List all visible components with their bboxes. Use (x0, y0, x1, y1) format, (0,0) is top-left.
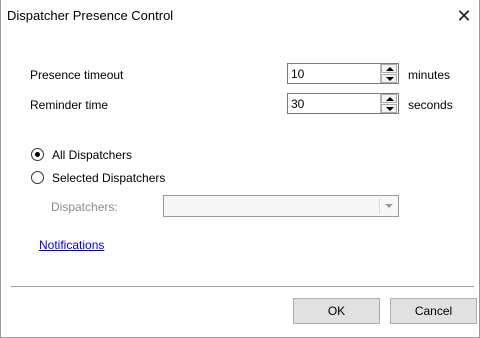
cancel-button[interactable]: Cancel (390, 298, 477, 324)
radio-selected-dot (35, 152, 40, 157)
notifications-link[interactable]: Notifications (39, 238, 104, 252)
radio-selected-dispatchers[interactable] (31, 171, 44, 184)
spin-up-button[interactable] (381, 64, 397, 73)
all-dispatchers-label[interactable]: All Dispatchers (52, 148, 132, 162)
window-title: Dispatcher Presence Control (7, 8, 174, 23)
reminder-time-spinner[interactable]: 30 (287, 93, 399, 114)
spinner-buttons (380, 64, 398, 83)
presence-timeout-label: Presence timeout (30, 68, 124, 82)
spin-down-button[interactable] (381, 104, 397, 113)
spinner-buttons (380, 94, 398, 113)
chevron-down-icon[interactable] (385, 204, 393, 208)
arrow-down-icon (386, 77, 394, 81)
selected-dispatchers-label[interactable]: Selected Dispatchers (52, 171, 165, 185)
reminder-time-value[interactable]: 30 (291, 97, 304, 111)
presence-timeout-spinner[interactable]: 10 (287, 63, 399, 84)
presence-timeout-value[interactable]: 10 (291, 67, 304, 81)
close-icon[interactable]: ✕ (449, 3, 479, 29)
arrow-up-icon (386, 97, 394, 101)
spin-down-button[interactable] (381, 74, 397, 83)
divider (11, 286, 474, 287)
arrow-down-icon (386, 107, 394, 111)
reminder-time-label: Reminder time (30, 98, 109, 112)
radio-all-dispatchers[interactable] (31, 148, 44, 161)
arrow-up-icon (386, 67, 394, 71)
spin-up-button[interactable] (381, 94, 397, 103)
combo-separator (379, 198, 380, 214)
presence-timeout-unit: minutes (408, 68, 451, 82)
dispatchers-combobox[interactable] (163, 195, 399, 217)
dispatchers-label: Dispatchers: (51, 200, 118, 214)
reminder-time-unit: seconds (408, 98, 453, 112)
title-bar: Dispatcher Presence Control ✕ (1, 0, 479, 32)
ok-button[interactable]: OK (293, 298, 380, 324)
dialog-window: Dispatcher Presence Control ✕ Presence t… (0, 0, 480, 338)
